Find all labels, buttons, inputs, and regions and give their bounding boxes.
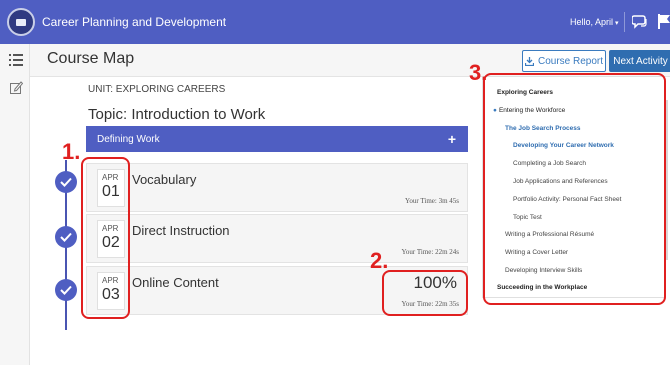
app-logo-icon[interactable] <box>7 8 35 36</box>
next-activity-label: Next Activity <box>613 55 668 67</box>
header-divider <box>624 12 625 32</box>
plus-icon[interactable]: + <box>448 131 456 147</box>
panel-scrollbar[interactable] <box>666 100 668 260</box>
check-icon <box>55 279 77 301</box>
check-icon <box>55 226 77 248</box>
user-menu[interactable]: Hello, April ▾ <box>570 17 619 27</box>
unit-label: UNIT: EXPLORING CAREERS <box>88 84 226 95</box>
annotation-box-progress <box>382 270 468 316</box>
page-title: Course Map <box>47 50 135 67</box>
course-report-button[interactable]: Course Report <box>522 50 606 72</box>
annotation-box-outline <box>483 73 666 305</box>
activity-title: Vocabulary <box>132 172 197 187</box>
section-header-defining-work[interactable]: Defining Work + <box>86 126 468 152</box>
flag-icon[interactable] <box>656 12 670 30</box>
left-toolbar <box>0 44 30 365</box>
activity-title: Direct Instruction <box>132 223 230 238</box>
annotation-number-1: 1. <box>62 139 81 164</box>
course-report-label: Course Report <box>537 55 604 67</box>
chevron-down-icon: ▾ <box>615 20 619 27</box>
app-title: Career Planning and Development <box>42 15 227 29</box>
annotation-number-2: 2. <box>370 248 389 273</box>
next-activity-button[interactable]: Next Activity <box>609 50 670 72</box>
greeting-text: Hello, April <box>570 17 614 27</box>
activity-card-direct-instruction[interactable]: APR 02 Direct Instruction Your Time: 22m… <box>86 214 468 263</box>
annotation-box-dates <box>81 157 130 319</box>
section-label: Defining Work <box>97 134 160 145</box>
activity-card-vocabulary[interactable]: APR 01 Vocabulary Your Time: 3m 45s <box>86 163 468 212</box>
top-bar: Career Planning and Development Hello, A… <box>0 0 670 44</box>
check-icon <box>55 171 77 193</box>
edit-icon[interactable] <box>10 81 23 94</box>
activity-time: Your Time: 22m 24s <box>401 248 459 256</box>
chat-icon[interactable] <box>632 13 648 29</box>
download-icon <box>524 56 534 66</box>
topic-title: Topic: Introduction to Work <box>88 106 266 123</box>
activity-time: Your Time: 3m 45s <box>405 197 459 205</box>
activity-title: Online Content <box>132 275 219 290</box>
list-icon[interactable] <box>9 54 23 66</box>
